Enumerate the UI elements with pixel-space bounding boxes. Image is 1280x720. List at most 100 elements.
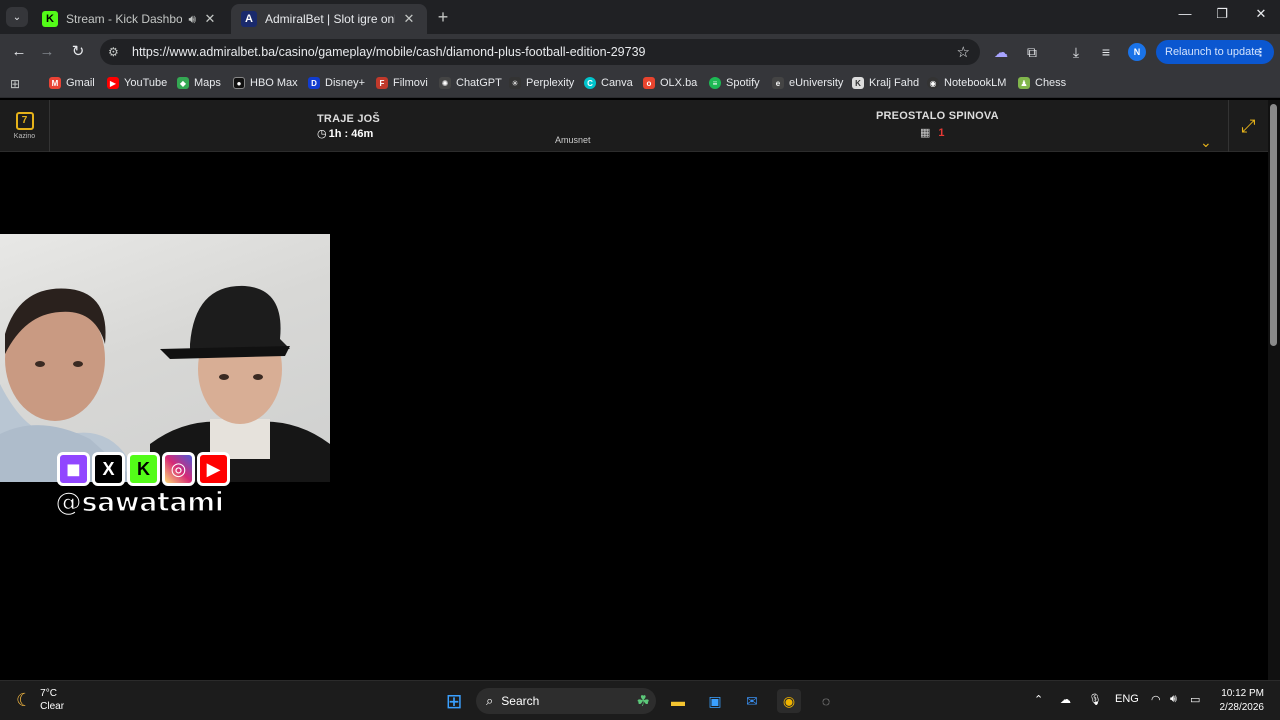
tab-admiralbet[interactable]: A AdmiralBet | Slot igre online, ja ✕: [231, 4, 427, 34]
bookmark-perplexity[interactable]: ✳ Perplexity: [509, 77, 574, 89]
clock-date: 2/28/2026: [1219, 702, 1265, 713]
bookmark-notebooklm[interactable]: ◉ NotebookLM: [927, 77, 1006, 89]
bookmark-disney-plus[interactable]: D Disney+: [308, 77, 365, 89]
chevron-down-icon: ⌄: [12, 11, 22, 23]
bookmark-gmail[interactable]: M Gmail: [49, 77, 95, 89]
tab-search-button[interactable]: ⌄: [6, 7, 28, 27]
extensions-puzzle-icon[interactable]: ⧉: [1022, 43, 1042, 61]
file-explorer-icon[interactable]: ▬: [666, 689, 690, 713]
bookmark-filmovi[interactable]: F Filmovi: [376, 77, 428, 89]
show-hidden-icons-icon[interactable]: ⌃: [1034, 693, 1043, 706]
site-info-icon[interactable]: ⚙: [108, 45, 126, 59]
app-with-notification-icon[interactable]: ◌: [814, 689, 838, 713]
search-label: Search: [501, 694, 540, 708]
chrome-icon[interactable]: ◉: [777, 689, 801, 713]
canva-icon: C: [584, 77, 596, 89]
bookmark-maps[interactable]: ◆ Maps: [177, 77, 221, 89]
extension-icon[interactable]: ☁: [991, 43, 1011, 61]
spins-left-label: PREOSTALO SPINOVA: [876, 110, 999, 122]
bookmark-youtube[interactable]: ▶ YouTube: [107, 77, 167, 89]
system-clock[interactable]: 10:12 PM 2/28/2026: [1212, 687, 1265, 715]
weather-widget[interactable]: ☾ 7°C Clear: [16, 687, 64, 713]
bookmark-star-icon[interactable]: ☆: [957, 43, 970, 61]
relaunch-button[interactable]: Relaunch to update ⋮: [1156, 40, 1274, 64]
volume-icon[interactable]: 🔊︎: [1170, 693, 1177, 706]
youtube-icon: ▶: [197, 452, 230, 486]
provider-label: Amusnet: [555, 135, 591, 145]
reload-button[interactable]: ↻: [67, 42, 89, 64]
bookmark-chess[interactable]: ♟ Chess: [1018, 77, 1066, 89]
outlook-icon[interactable]: ✉: [740, 689, 764, 713]
battery-icon[interactable]: ▭: [1190, 693, 1200, 706]
bookmark-spotify[interactable]: ≡ Spotify: [709, 77, 760, 89]
slot-machine-icon: 7: [15, 112, 34, 130]
bookmark-euniversity[interactable]: e eUniversity: [772, 77, 843, 89]
bookmark-olx[interactable]: o OLX.ba: [643, 77, 697, 89]
close-tab-icon[interactable]: ✕: [202, 11, 218, 27]
microsoft-store-icon[interactable]: ▣: [703, 689, 727, 713]
disney-plus-icon: D: [308, 77, 320, 89]
notebooklm-icon: ◉: [927, 77, 939, 89]
relaunch-label: Relaunch to update: [1165, 46, 1261, 58]
restore-button[interactable]: ❐: [1207, 6, 1237, 22]
game-page: 7 Kazino TRAJE JOŠ ◷ 1h : 46m Amusnet PR…: [0, 100, 1268, 680]
time-left-label: TRAJE JOŠ: [317, 113, 380, 125]
wifi-icon[interactable]: ◠: [1151, 693, 1161, 706]
time-left-value-wrap: ◷ 1h : 46m: [317, 127, 374, 141]
kazino-button[interactable]: 7 Kazino: [0, 100, 50, 152]
spotify-icon: ≡: [709, 77, 721, 89]
game-header: 7 Kazino TRAJE JOŠ ◷ 1h : 46m Amusnet PR…: [0, 100, 1268, 152]
fullscreen-expand-icon[interactable]: ⤢: [1228, 100, 1268, 152]
kick-favicon-icon: K: [42, 11, 58, 27]
youtube-icon: ▶: [107, 77, 119, 89]
streamer-right-image: [150, 285, 330, 482]
close-tab-icon[interactable]: ✕: [401, 11, 417, 27]
media-controls-icon[interactable]: ≡: [1096, 43, 1116, 61]
language-indicator[interactable]: ENG: [1115, 693, 1139, 705]
kick-icon: K: [127, 452, 160, 486]
olx-icon: o: [643, 77, 655, 89]
bookmark-chatgpt[interactable]: ✺ ChatGPT: [439, 77, 502, 89]
chatgpt-icon: ✺: [439, 77, 451, 89]
hbo-max-icon: ●: [233, 77, 245, 89]
apps-grid-icon[interactable]: ⊞: [10, 77, 24, 91]
streamer-left-image: [0, 288, 140, 482]
tab-kick-dashboard[interactable]: K Stream - Kick Dashboard 🔊︎ ✕: [32, 4, 228, 34]
microphone-icon[interactable]: 🎙︎: [1088, 693, 1102, 706]
back-button[interactable]: ←: [8, 42, 30, 64]
bookmark-kralj-fahd[interactable]: K Kralj Fahd: [852, 77, 919, 89]
filmovi-icon: F: [376, 77, 388, 89]
scrollbar-thumb[interactable]: [1270, 104, 1277, 346]
windows-taskbar: ☾ 7°C Clear ⊞ ⌕ Search ☘ ▬ ▣ ✉ ◉ ◌ ⌃ ☁ 🎙…: [0, 680, 1280, 720]
spins-left-value: 1: [938, 126, 945, 139]
search-icon: ⌕: [486, 693, 494, 708]
slot-reel-icon: ▦: [920, 127, 931, 139]
webcam-overlay: [0, 234, 330, 482]
taskbar-search[interactable]: ⌕ Search ☘: [476, 688, 656, 714]
instagram-icon: ◎: [162, 452, 195, 486]
windows-start-icon[interactable]: ⊞: [442, 689, 466, 713]
download-icon[interactable]: ⤓: [1066, 43, 1086, 61]
minimize-button[interactable]: —: [1170, 6, 1200, 21]
bookmark-canva[interactable]: C Canva: [584, 77, 633, 89]
weather-condition: Clear: [40, 701, 65, 712]
forward-button[interactable]: →: [36, 42, 58, 64]
gmail-icon: M: [49, 77, 61, 89]
time-left-value: 1h : 46m: [328, 127, 374, 140]
temperature: 7°C: [40, 688, 57, 699]
search-highlight-icon: ☘: [636, 693, 650, 710]
more-menu-icon[interactable]: ⋮: [1255, 46, 1266, 59]
address-bar[interactable]: ⚙ https://www.admiralbet.ba/casino/gamep…: [100, 39, 980, 65]
spins-left-value-wrap: ▦ 1: [920, 126, 945, 140]
profile-avatar[interactable]: N: [1128, 43, 1146, 61]
speaker-icon[interactable]: 🔊︎: [188, 12, 196, 27]
close-window-button[interactable]: ✕: [1246, 6, 1276, 22]
bookmark-hbo-max[interactable]: ● HBO Max: [233, 77, 298, 89]
kralj-fahd-icon: K: [852, 77, 864, 89]
bookmarks-bar: ⊞ M Gmail ▶ YouTube ◆ Maps ● HBO Max D Disney…: [0, 70, 1280, 98]
chevron-down-icon[interactable]: ⌄: [1200, 134, 1212, 151]
new-tab-button[interactable]: +: [433, 7, 453, 27]
admiralbet-favicon-icon: A: [241, 11, 257, 27]
x-twitter-icon: X: [92, 452, 125, 486]
onedrive-icon[interactable]: ☁: [1060, 693, 1071, 706]
